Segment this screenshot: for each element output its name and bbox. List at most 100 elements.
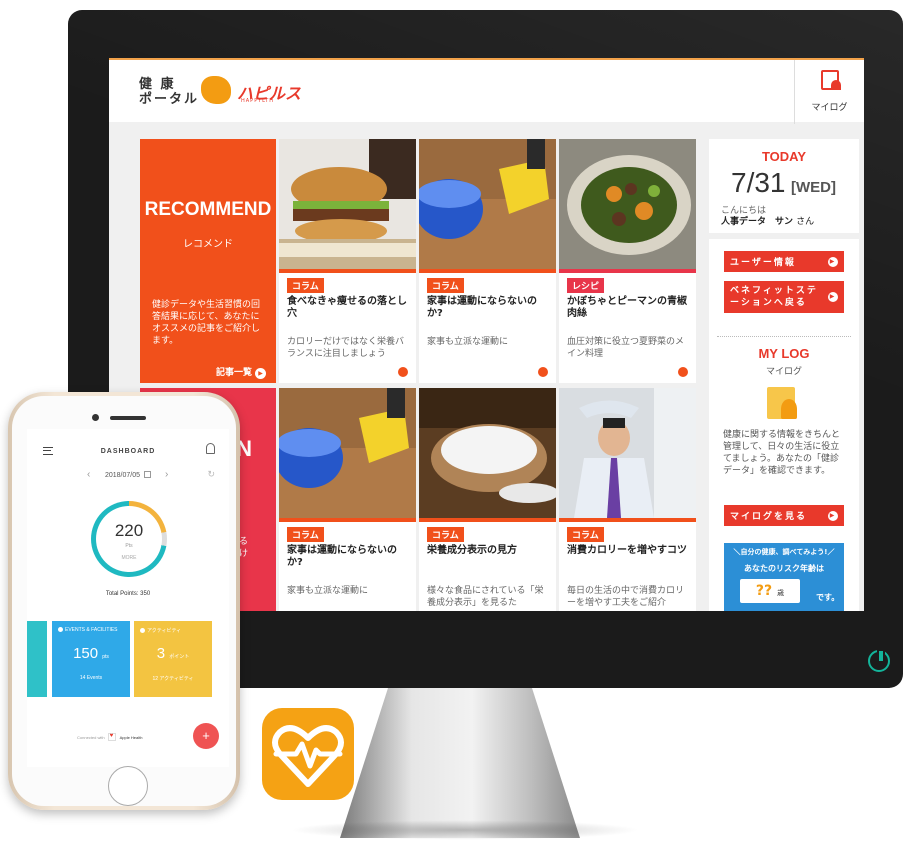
article-card[interactable]: コラム 消費カロリーを増やすコツ 毎日の生活の中で消費カロリーを増やす工夫をご紹…: [559, 388, 696, 611]
mylog-subtitle: マイログ: [765, 367, 802, 377]
article-image-burger: [279, 139, 416, 269]
arrow-icon[interactable]: [538, 367, 548, 377]
speaker: [110, 416, 146, 420]
mylog-title: MY LOG: [758, 346, 810, 361]
article-image-cleaning: [279, 388, 416, 518]
arrow-icon: ▶: [828, 292, 838, 302]
card-accent-bar: [419, 269, 556, 273]
activity-tile[interactable]: アクティビティ 3 ポイント 12 アクティビティ: [134, 621, 212, 697]
risk-suffix: です。: [816, 593, 840, 602]
card-accent-bar: [279, 518, 416, 522]
risk-age-unit: 歳: [777, 589, 785, 597]
card-accent-bar: [419, 518, 556, 522]
article-excerpt: 家事も立派な運動に: [287, 586, 369, 596]
article-card[interactable]: コラム 家事は運動にならないのか? 家事も立派な運動に: [279, 388, 416, 611]
calendar-icon[interactable]: [144, 471, 152, 478]
mylog-icon: [821, 70, 841, 90]
events-tile-value: 150 pts: [52, 645, 130, 662]
card-accent-bar: [279, 269, 416, 273]
recommend-title: RECOMMEND: [144, 199, 272, 220]
arrow-icon: ▶: [828, 510, 838, 521]
events-value: 150: [73, 645, 99, 662]
dashboard-date: 2018/07/05: [104, 472, 141, 479]
recommend-description: 健診データや生活習慣の回答結果に応じて、あなたにオススメの記事をご紹介します。: [152, 300, 261, 346]
article-excerpt: 家事も立派な運動に: [427, 337, 509, 347]
heart-pulse-icon: [272, 725, 344, 787]
points-unit: Pts: [125, 543, 133, 549]
risk-age-value: ??: [755, 583, 773, 599]
activity-tile-value: 3 ポイント: [134, 645, 212, 662]
arrow-icon[interactable]: [678, 367, 688, 377]
article-card[interactable]: コラム 食べなきゃ痩せるの落とし穴 カロリーだけではなく栄養バランスに注目しまし…: [279, 139, 416, 383]
recommend-banner: RECOMMEND レコメンド 健診データや生活習慣の回答結果に応じて、あなたに…: [140, 139, 276, 383]
health-app-icon[interactable]: [262, 708, 354, 800]
article-card[interactable]: レシピ かぼちゃとピーマンの青椒肉絲 血圧対策に役立つ夏野菜のメイン料理: [559, 139, 696, 383]
article-title[interactable]: 消費カロリーを増やすコツ: [567, 545, 691, 557]
mylog-nav-label: マイログ: [811, 103, 848, 113]
view-mylog-button[interactable]: マイログを見る ▶: [724, 505, 844, 526]
events-unit: pts: [102, 654, 109, 660]
article-title[interactable]: かぼちゃとピーマンの青椒肉絲: [567, 296, 691, 320]
article-title[interactable]: 食べなきゃ痩せるの落とし穴: [287, 296, 411, 320]
article-image-stretch: [559, 388, 696, 518]
tile-partial[interactable]: [27, 621, 47, 697]
article-image-stirfry: [559, 139, 696, 269]
refresh-icon[interactable]: ↻: [207, 469, 215, 480]
article-excerpt: 様々な食品にされている「栄養成分表示」を見るた: [427, 586, 544, 608]
view-mylog-label: マイログを見る: [730, 512, 808, 522]
today-label: TODAY: [761, 149, 807, 164]
article-tag: コラム: [567, 527, 604, 542]
article-card[interactable]: コラム 家事は運動にならないのか? 家事も立派な運動に: [419, 139, 556, 383]
date-selector[interactable]: 2018/07/05: [27, 471, 229, 479]
user-info-label: ユーザー情報: [730, 258, 796, 268]
arrow-icon[interactable]: [398, 367, 408, 377]
article-image-salt: [419, 388, 556, 518]
mylog-nav-button[interactable]: マイログ: [794, 60, 864, 124]
mascot-icon: [201, 76, 231, 104]
chevron-right-icon[interactable]: ›: [165, 469, 168, 480]
mylog-illustration-icon: [767, 387, 797, 419]
activity-unit: ポイント: [169, 654, 190, 660]
total-points: Total Points: 350: [105, 591, 151, 597]
user-name-text: 人事データ サン: [721, 217, 794, 227]
monitor-stand-shadow: [290, 820, 640, 840]
card-accent-bar: [559, 518, 696, 522]
benefit-station-label: ベネフィットステーションへ戻る: [730, 286, 818, 308]
phone-face: DASHBOARD ‹ 2018/07/05 › ↻ 220 Pts MORE …: [12, 396, 236, 806]
card-accent-bar: [559, 269, 696, 273]
risk-age-banner[interactable]: ＼自分の健康、調べてみよう!／ あなたのリスク年齢は ?? 歳 です。: [724, 543, 844, 611]
activity-tile-header: アクティビティ: [140, 627, 181, 634]
events-tile-footer: 14 Events: [79, 675, 103, 681]
today-panel: TODAY 7/31 [WED] こんにちは 人事データ サン さん: [709, 139, 859, 233]
article-title[interactable]: 家事は運動にならないのか?: [427, 296, 551, 320]
home-button[interactable]: [108, 766, 148, 806]
article-tag: コラム: [287, 278, 324, 293]
article-title[interactable]: 家事は運動にならないのか?: [287, 545, 411, 569]
events-tile[interactable]: EVENTS & FACILITIES 150 pts 14 Events: [52, 621, 130, 697]
article-list-link[interactable]: 記事一覧: [216, 365, 266, 379]
connected-with: Connected with Apple Health: [77, 733, 142, 741]
add-button[interactable]: +: [193, 723, 219, 749]
power-icon[interactable]: [868, 649, 890, 672]
article-card[interactable]: コラム 栄養成分表示の見方 様々な食品にされている「栄養成分表示」を見るた: [419, 388, 556, 611]
bell-icon[interactable]: [206, 443, 215, 454]
apple-health-icon: [107, 733, 116, 741]
risk-heading: あなたのリスク年齢は: [744, 564, 824, 573]
risk-age-box: ?? 歳: [740, 579, 800, 603]
sidebar-panel: ユーザー情報 ▶ ベネフィットステーションへ戻る ▶ MY LOG マイログ 健…: [709, 239, 859, 611]
article-tag: コラム: [427, 278, 464, 293]
mylog-description: 健康に関する情報をきちんと管理して、日々の生活に役立てましょう。あなたの「健診デ…: [723, 430, 841, 476]
divider: [717, 336, 851, 337]
article-title[interactable]: 栄養成分表示の見方: [427, 545, 551, 557]
benefit-station-button[interactable]: ベネフィットステーションへ戻る ▶: [724, 281, 844, 313]
portal-logo-text[interactable]: 健 康 ポータル: [139, 77, 199, 107]
user-info-button[interactable]: ユーザー情報 ▶: [724, 251, 844, 272]
monitor-stand: [340, 688, 580, 838]
points-more-link[interactable]: MORE: [91, 555, 167, 561]
portal-header: 健 康 ポータル ハピルス HAPPYLTH マイログ: [109, 58, 864, 124]
article-image-cleaning: [419, 139, 556, 269]
today-weekday: [WED]: [791, 179, 836, 196]
article-excerpt: カロリーだけではなく栄養バランスに注目しましょう: [287, 337, 405, 359]
points-value: 220: [114, 521, 144, 540]
arrow-icon: ▶: [828, 256, 838, 267]
